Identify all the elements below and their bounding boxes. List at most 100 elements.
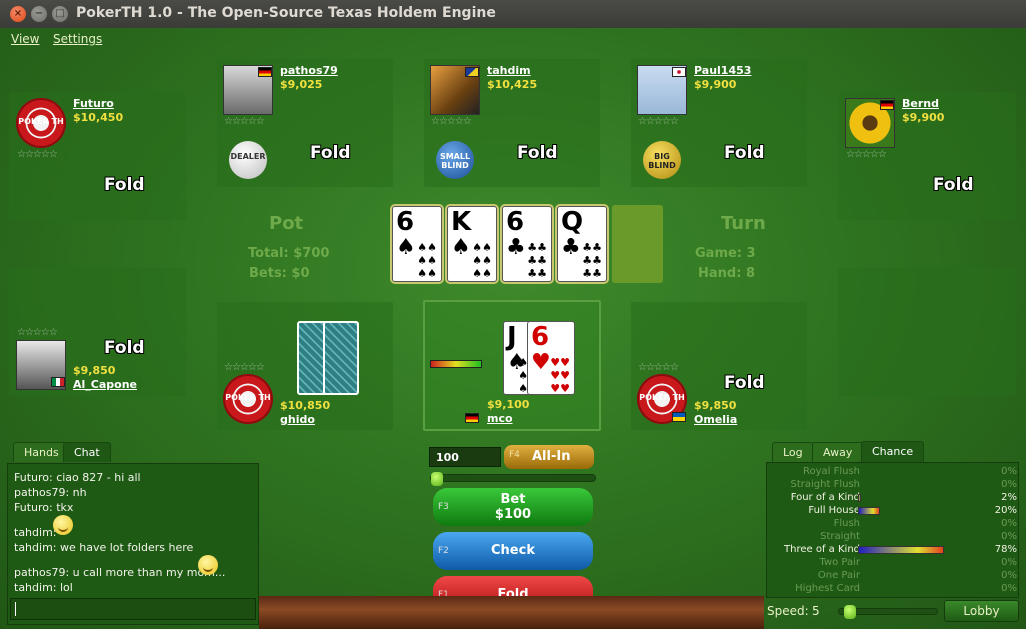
hand-name: Three of a Kind [784,544,860,555]
rating-stars: ☆☆☆☆☆ [638,362,679,373]
tab-chat[interactable]: Chat [63,442,111,462]
text-cursor [15,602,16,616]
status-fold: Fold [933,175,974,195]
bet-value: $100 [494,507,532,522]
rating-stars: ☆☆☆☆☆ [224,116,265,127]
player-cash-futuro: $10,450 [73,111,124,124]
game-number: Game: 3 [695,246,756,261]
shortcut-key: F4 [509,450,520,460]
probability-bar [858,507,880,515]
hand-strength-meter [430,360,482,368]
tab-log[interactable]: Log [772,442,814,462]
seat-bernd: Bernd $9,900 ☆☆☆☆☆ Fold [838,92,1016,220]
small-blind-chip: SMALL BLIND [436,141,474,179]
hand-name: One Pair [817,570,860,581]
flag-icon [672,412,686,422]
window-title: PokerTH 1.0 - The Open-Source Texas Hold… [76,5,496,21]
table-rail [259,596,764,629]
card-pips: ♠♠ ♠♠ ♠♠ [472,241,492,280]
smiley-icon [53,515,73,535]
status-fold: Fold [310,143,351,163]
card-pips: ♠♠ ♠♠ ♠♠ [417,241,437,280]
player-cash-al-capone: $9,850 [73,364,116,377]
seat-al-capone: ☆☆☆☆☆ Fold $9,850 Al_Capone [9,268,186,396]
card-rank: 6 [506,207,525,237]
menu-settings[interactable]: Settings [53,32,102,46]
minimize-window-button[interactable]: − [31,6,47,22]
slider-handle[interactable] [431,472,443,486]
player-cash-mco: $9,100 [487,398,530,411]
seat-pathos79: pathos79 $9,025 ☆☆☆☆☆ DEALER Fold [217,59,393,187]
bet-slider[interactable] [430,472,596,486]
chat-input[interactable] [10,598,256,620]
chat-panel: Futuro: ciao 827 - hi all pathos79: nh F… [7,463,259,625]
chat-message: pathos79: u call more than my mom... [14,566,226,579]
status-fold: Fold [724,373,765,393]
player-name-mco[interactable]: mco [487,412,513,425]
card-rank: Q [561,207,584,237]
card-rank: 6 [396,207,415,237]
player-name-al-capone[interactable]: Al_Capone [73,378,137,391]
seat-paul1453: Paul1453 $9,900 ☆☆☆☆☆ BIG BLIND Fold [631,59,807,187]
tab-hands[interactable]: Hands [13,442,70,462]
status-fold: Fold [724,143,765,163]
hand-percent: 0% [1001,583,1017,594]
tab-away[interactable]: Away [812,442,864,462]
hand-percent: 0% [1001,479,1017,490]
hand-name: Four of a Kind [790,492,860,503]
rating-stars: ☆☆☆☆☆ [431,116,472,127]
chance-row: Straight 0% [767,531,1023,544]
chat-message: Futuro: tkx [14,501,74,514]
maximize-window-button[interactable]: □ [52,6,68,22]
lobby-button[interactable]: Lobby [944,600,1019,622]
card-pips: ♣♣ ♣♣ ♣♣ [582,241,602,280]
hand-percent: 0% [1001,466,1017,477]
seat-empty [838,268,1016,396]
playing-card: 6 ♥ ♥♥ ♥♥ ♥♥ [527,321,575,395]
player-name-pathos79[interactable]: pathos79 [280,64,338,77]
player-name-ghido[interactable]: ghido [280,413,315,426]
player-name-futuro[interactable]: Futuro [73,97,114,110]
flag-icon [465,413,479,423]
playing-card: 6 ♠ ♠♠ ♠♠ ♠♠ [392,206,442,282]
pot-title: Pot [269,213,304,234]
bet-button[interactable]: F3 Bet $100 [433,488,593,526]
player-name-omelia[interactable]: Omelia [694,413,737,426]
seat-omelia: ☆☆☆☆☆ Fold POKER TH $9,850 Omelia [631,302,807,430]
hand-percent: 0% [1001,570,1017,581]
hand-name: Flush [833,518,860,529]
dealer-button-chip: DEALER [229,141,267,179]
close-window-button[interactable]: × [10,6,26,22]
card-rank: J [507,322,517,352]
hand-percent: 0% [1001,557,1017,568]
card-back [323,321,359,395]
seat-tahdim: tahdim $10,425 ☆☆☆☆☆ SMALL BLIND Fold [424,59,600,187]
chat-message: Futuro: ciao 827 - hi all [14,471,141,484]
playing-card: K ♠ ♠♠ ♠♠ ♠♠ [447,206,497,282]
menu-bar: View Settings [0,28,1026,52]
bet-amount-input[interactable]: 100 [429,447,501,467]
speed-slider[interactable] [838,605,938,619]
chance-row: Flush 0% [767,518,1023,531]
card-suit-icon: ♠ [451,235,471,260]
player-name-bernd[interactable]: Bernd [902,97,939,110]
chat-message: pathos79: nh [14,486,87,499]
chance-row: Straight Flush 0% [767,479,1023,492]
player-cash-ghido: $10,850 [280,399,331,412]
pokerth-chip-avatar: POKER TH [16,98,66,148]
slider-handle[interactable] [844,605,856,619]
hand-name: Royal Flush [802,466,860,477]
chance-panel: Royal Flush 0% Straight Flush 0% Four of a K… [766,462,1019,598]
rating-stars: ☆☆☆☆☆ [17,327,58,338]
tab-chance[interactable]: Chance [861,441,925,462]
menu-view[interactable]: View [11,32,39,46]
all-in-button[interactable]: F4 All-In [504,445,594,469]
player-name-tahdim[interactable]: tahdim [487,64,531,77]
check-button[interactable]: F2 Check [433,532,593,570]
hand-number: Hand: 8 [698,266,755,281]
pot-bets: Bets: $0 [249,266,310,281]
hand-name: Straight [820,531,860,542]
player-name-paul1453[interactable]: Paul1453 [694,64,751,77]
seat-futuro: POKER TH Futuro $10,450 ☆☆☆☆☆ Fold [9,92,186,220]
card-rank: K [451,207,472,237]
